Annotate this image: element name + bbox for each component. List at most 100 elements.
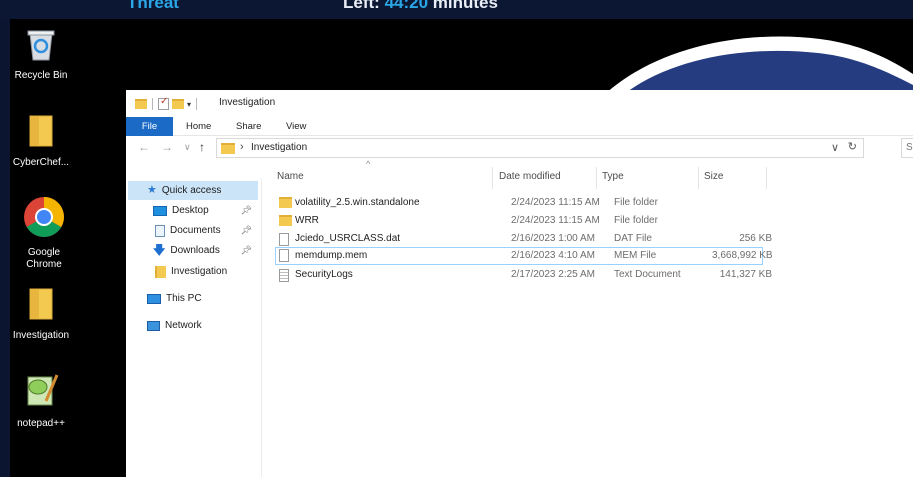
file-type: Text Document: [614, 269, 681, 280]
sidebar-item-label: This PC: [166, 293, 202, 304]
sidebar-item-label: Documents: [170, 225, 221, 236]
forward-arrow-icon[interactable]: →: [161, 140, 173, 154]
sidebar-item-network[interactable]: Network: [128, 316, 258, 335]
table-row[interactable]: volatility_2.5.win.standalone 2/24/2023 …: [275, 194, 763, 212]
documents-icon: [155, 224, 165, 237]
chrome-icon: [24, 197, 64, 237]
time-left-value: 44:20: [384, 0, 429, 12]
top-banner: Threat Left: 44:20 minutes: [0, 0, 913, 19]
file-name: volatility_2.5.win.standalone: [295, 197, 420, 208]
sidebar-item-this-pc[interactable]: This PC: [128, 289, 258, 308]
tab-share[interactable]: Share: [236, 117, 261, 136]
desktop-icon-cyberchef[interactable]: CyberChef...: [6, 114, 76, 169]
column-divider[interactable]: [596, 167, 597, 189]
time-left-unit: minutes: [432, 0, 498, 12]
file-date: 2/17/2023 2:25 AM: [511, 269, 595, 280]
folder-icon: [29, 115, 53, 147]
pin-icon[interactable]: 📌︎: [241, 221, 252, 240]
chevron-down-icon[interactable]: ∨: [831, 141, 839, 154]
properties-icon[interactable]: [158, 96, 169, 110]
desktop-icon-recycle-bin[interactable]: Recycle Bin: [6, 27, 76, 82]
sidebar-item-downloads[interactable]: 🡇 Downloads 📌︎: [128, 241, 258, 260]
chevron-right-icon[interactable]: ›: [240, 141, 244, 153]
file-type: MEM File: [614, 250, 657, 261]
desktop-icon: [153, 205, 167, 216]
column-divider[interactable]: [492, 167, 493, 189]
file-name: SecurityLogs: [295, 269, 353, 280]
file-size: 141,327 KB: [719, 269, 772, 280]
file-name: WRR: [295, 215, 319, 226]
network-icon: [147, 320, 160, 331]
folder-icon: [135, 99, 147, 109]
table-row[interactable]: Jciedo_USRCLASS.dat 2/16/2023 1:00 AM DA…: [275, 230, 772, 248]
file-icon: [279, 249, 289, 262]
folder-icon: [221, 143, 235, 154]
file-date: 2/24/2023 11:15 AM: [511, 215, 600, 226]
divider: [152, 98, 153, 110]
folder-icon: [279, 215, 292, 226]
column-header-name[interactable]: Name: [277, 171, 304, 182]
file-name: Jciedo_USRCLASS.dat: [295, 233, 401, 244]
address-row: ← → ∨ ↑ › Investigation ∨ ↻ S: [126, 136, 913, 161]
back-arrow-icon[interactable]: ←: [138, 140, 150, 154]
column-header-size[interactable]: Size: [704, 171, 723, 182]
star-icon: ★: [147, 184, 157, 196]
navigation-pane: ★ Quick access Desktop 📌︎ Documents 📌︎ 🡇…: [126, 178, 262, 477]
file-date: 2/16/2023 1:00 AM: [511, 233, 595, 244]
desktop-icon-label: Recycle Bin: [14, 70, 68, 81]
column-divider[interactable]: [698, 167, 699, 189]
divider: [196, 98, 198, 110]
column-header-date[interactable]: Date modified: [499, 171, 561, 182]
sidebar-item-investigation[interactable]: Investigation: [128, 262, 258, 281]
search-input[interactable]: S: [901, 138, 913, 158]
table-row[interactable]: SecurityLogs 2/17/2023 2:25 AM Text Docu…: [275, 266, 772, 284]
explorer-window: ▾ Investigation File Home Share View ← →…: [126, 90, 913, 477]
tab-home[interactable]: Home: [186, 117, 211, 136]
refresh-icon[interactable]: ↻: [848, 140, 857, 153]
computer-icon: [147, 293, 161, 304]
sidebar-item-quick-access[interactable]: ★ Quick access: [128, 181, 258, 200]
sidebar-item-label: Downloads: [170, 245, 220, 256]
file-size: 256 KB: [739, 233, 772, 244]
new-folder-icon[interactable]: [172, 99, 184, 109]
sidebar-item-label: Desktop: [172, 205, 209, 216]
file-name: memdump.mem: [295, 250, 368, 261]
time-left-label: Left:: [343, 0, 380, 12]
window-title: Investigation: [219, 97, 276, 108]
file-date: 2/16/2023 4:10 AM: [511, 250, 595, 261]
file-type: DAT File: [614, 233, 652, 244]
file-icon: [279, 233, 289, 246]
file-list: ^ Name Date modified Type Size volatilit…: [263, 159, 913, 477]
address-bar[interactable]: › Investigation ∨ ↻: [216, 138, 864, 158]
tab-file[interactable]: File: [126, 117, 173, 136]
desktop-icon-notepadpp[interactable]: notepad++: [6, 371, 76, 430]
up-arrow-icon[interactable]: ↑: [199, 140, 205, 154]
title-bar: ▾ Investigation: [126, 90, 913, 117]
desktop-icon-investigation[interactable]: Investigation: [6, 287, 76, 342]
tab-view[interactable]: View: [286, 117, 306, 136]
banner-title: Threat: [127, 0, 179, 12]
file-size: 3,668,992 KB: [712, 250, 773, 261]
pin-icon[interactable]: 📌︎: [241, 201, 252, 220]
quick-access-toolbar: ▾: [135, 96, 199, 111]
folder-icon: [29, 288, 53, 320]
column-header-type[interactable]: Type: [602, 171, 624, 182]
time-left: Left: 44:20 minutes: [343, 0, 498, 13]
table-row[interactable]: WRR 2/24/2023 11:15 AM File folder: [275, 212, 763, 230]
pin-icon[interactable]: 📌︎: [241, 241, 252, 260]
wallpaper-swoosh: [600, 36, 913, 99]
recent-chevron-icon[interactable]: ∨: [184, 142, 191, 153]
download-arrow-icon: 🡇: [153, 243, 166, 257]
file-type: File folder: [614, 215, 658, 226]
chevron-down-icon[interactable]: ▾: [187, 100, 191, 109]
sidebar-item-desktop[interactable]: Desktop 📌︎: [128, 201, 258, 220]
desktop-icon-label: notepad++: [17, 418, 65, 429]
sidebar-item-label: Quick access: [161, 185, 222, 196]
address-path: Investigation: [251, 142, 308, 153]
text-file-icon: [279, 269, 289, 282]
table-row[interactable]: memdump.mem 2/16/2023 4:10 AM MEM File 3…: [275, 247, 773, 265]
sidebar-item-documents[interactable]: Documents 📌︎: [128, 221, 258, 240]
desktop-icon-chrome[interactable]: Google Chrome: [9, 196, 79, 271]
column-divider[interactable]: [766, 167, 767, 189]
desktop-icon-label: CyberChef...: [12, 157, 70, 168]
